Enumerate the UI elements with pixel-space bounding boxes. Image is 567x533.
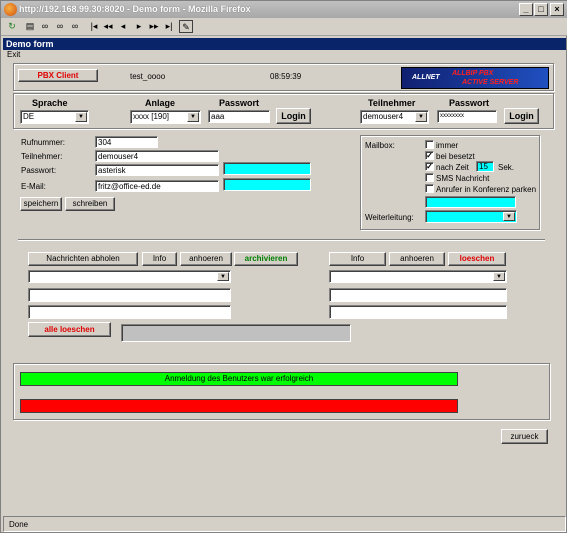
archivieren-button[interactable]: archivieren — [234, 252, 298, 266]
fast-back-icon[interactable]: ◂◂ — [101, 20, 115, 33]
email-confirm-field[interactable] — [223, 178, 311, 191]
message-field-right-2[interactable] — [329, 305, 507, 319]
sprache-label: Sprache — [32, 98, 68, 108]
fast-forward-icon[interactable]: ▸▸ — [147, 20, 161, 33]
passwort-field[interactable]: asterisk — [95, 164, 219, 176]
anlage-select[interactable]: xxxx [190] ▼ — [130, 110, 201, 124]
chevron-down-icon[interactable]: ▼ — [217, 272, 229, 281]
success-bar: Anmeldung des Benutzers war erfolgreich — [20, 372, 458, 386]
passwort-detail-label: Passwort: — [21, 166, 57, 175]
clock: 08:59:39 — [270, 72, 302, 81]
nachzeit-label: nach Zeit — [436, 163, 469, 172]
message-field-left-1[interactable] — [28, 288, 231, 302]
sms-checkbox[interactable] — [425, 173, 434, 182]
chevron-down-icon[interactable]: ▼ — [503, 212, 515, 221]
passwort-confirm-field[interactable] — [223, 162, 311, 175]
last-icon[interactable]: ▸| — [162, 20, 176, 33]
minimize-button[interactable]: _ — [519, 3, 533, 16]
progress-field — [121, 324, 351, 342]
zeit-field[interactable]: 15 — [476, 161, 494, 172]
binoculars-icon[interactable]: ∞ — [38, 20, 52, 33]
mailbox-cyan-field[interactable] — [425, 196, 516, 208]
mailbox-label: Mailbox: — [365, 141, 395, 150]
nachrichten-abholen-button[interactable]: Nachrichten abholen — [28, 252, 138, 266]
reload-icon[interactable]: ↻ — [5, 20, 19, 33]
teilnehmer-label: Teilnehmer — [368, 98, 416, 108]
nachzeit-checkbox[interactable]: ✓ — [425, 162, 434, 171]
message-select-left[interactable]: ▼ — [28, 270, 231, 283]
browser-status-bar: Done — [3, 516, 566, 532]
binoculars-next-icon[interactable]: ∞ — [53, 20, 67, 33]
alle-loeschen-button[interactable]: alle loeschen — [28, 322, 111, 337]
teilnehmer-select[interactable]: demouser4 ▼ — [360, 110, 429, 124]
login2-button[interactable]: Login — [504, 108, 539, 124]
app-header: Demo form — [3, 38, 566, 50]
error-bar — [20, 399, 458, 413]
passwort2-label: Passwort — [449, 98, 490, 108]
teilnehmer-detail-label: Teilnehmer: — [21, 152, 63, 161]
maximize-button[interactable]: □ — [534, 3, 548, 16]
rufnummer-field[interactable]: 304 — [95, 136, 158, 148]
teilnehmer-password-field[interactable]: xxxxxxxx — [437, 110, 497, 123]
sprache-select[interactable]: DE ▼ — [20, 110, 89, 124]
message-select-right[interactable]: ▼ — [329, 270, 507, 283]
allnet-logo: ALLNET ALLBIP PBX ACTIVE SERVER — [401, 67, 549, 89]
chevron-down-icon[interactable]: ▼ — [493, 272, 505, 281]
email-label: E-Mail: — [21, 182, 46, 191]
chevron-down-icon[interactable]: ▼ — [187, 112, 199, 122]
immer-checkbox[interactable] — [425, 140, 434, 149]
edit-icon[interactable]: ✎ — [179, 20, 193, 33]
window-title: http://192.168.99.30:8020 - Demo form - … — [19, 4, 251, 14]
info2-button[interactable]: Info — [329, 252, 386, 266]
anhoeren-button[interactable]: anhoeren — [180, 252, 232, 266]
zurueck-button[interactable]: zurueck — [501, 429, 548, 444]
divider — [18, 239, 545, 241]
binoculars-prev-icon[interactable]: ∞ — [68, 20, 82, 33]
print-icon[interactable]: ▤ — [23, 20, 37, 33]
loeschen-button[interactable]: loeschen — [448, 252, 506, 266]
login-button[interactable]: Login — [276, 108, 311, 124]
title-bar: http://192.168.99.30:8020 - Demo form - … — [1, 1, 567, 18]
schreiben-button[interactable]: schreiben — [65, 197, 115, 211]
besetzt-checkbox[interactable]: ✓ — [425, 151, 434, 160]
passwort-label: Passwort — [219, 98, 260, 108]
chevron-down-icon[interactable]: ▼ — [415, 112, 427, 122]
anlage-password-field[interactable]: aaa — [208, 110, 270, 123]
back-icon[interactable]: ◂ — [116, 20, 130, 33]
current-user: test_oooo — [130, 72, 166, 81]
speichern-button[interactable]: speichern — [20, 197, 62, 211]
first-icon[interactable]: |◂ — [87, 20, 101, 33]
toolbar: ↻ ▤ ∞ ∞ ∞ |◂ ◂◂ ◂ ▸ ▸▸ ▸| ✎ — [1, 18, 567, 36]
message-field-right-1[interactable] — [329, 288, 507, 302]
chevron-down-icon[interactable]: ▼ — [75, 112, 87, 122]
close-button[interactable]: × — [550, 3, 564, 16]
email-field[interactable]: fritz@office-ed.de — [95, 180, 219, 192]
rufnummer-label: Rufnummer: — [21, 138, 66, 147]
exit-menu[interactable]: Exit — [7, 50, 20, 59]
weiterleitung-select[interactable]: ▼ — [425, 210, 517, 223]
immer-label: immer — [436, 141, 459, 150]
message-field-left-2[interactable] — [28, 305, 231, 319]
pbx-client-button[interactable]: PBX Client — [18, 69, 98, 82]
konferenz-label: Anrufer in Konferenz parken — [436, 185, 537, 194]
weiterleitung-label: Weiterleitung: — [365, 213, 414, 222]
sek-label: Sek. — [498, 163, 515, 172]
info-button[interactable]: Info — [142, 252, 177, 266]
anhoeren2-button[interactable]: anhoeren — [389, 252, 445, 266]
browser-window: http://192.168.99.30:8020 - Demo form - … — [0, 0, 567, 533]
anlage-label: Anlage — [145, 98, 176, 108]
konferenz-checkbox[interactable] — [425, 184, 434, 193]
firefox-icon — [4, 3, 17, 16]
sms-label: SMS Nachricht — [436, 174, 490, 183]
forward-icon[interactable]: ▸ — [132, 20, 146, 33]
teilnehmer-field[interactable]: demouser4 — [95, 150, 219, 162]
besetzt-label: bei besetzt — [436, 152, 475, 161]
